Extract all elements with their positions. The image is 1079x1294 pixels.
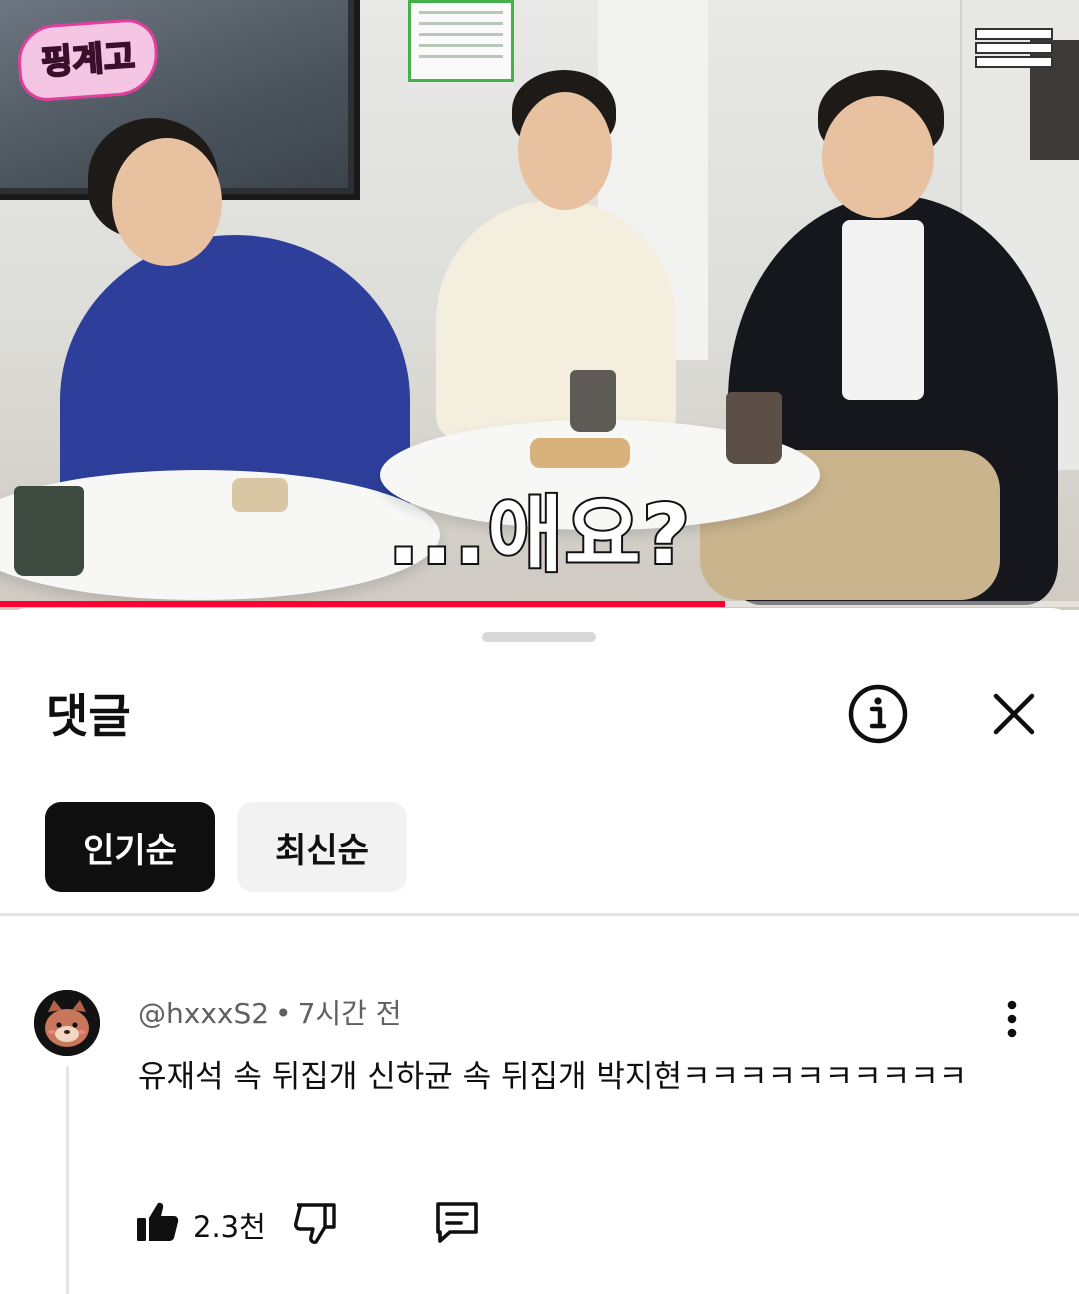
comment-actions: 2.3천 bbox=[0, 1198, 1079, 1258]
mug-grey bbox=[570, 370, 616, 432]
divider bbox=[0, 913, 1079, 916]
comments-sheet: 댓글 인기순 최신순 @hxxxS2 • 7시간 전 유재석 속 뒤집개 신하균… bbox=[0, 608, 1079, 1294]
person-right-face bbox=[822, 96, 934, 218]
sort-chip-popular[interactable]: 인기순 bbox=[45, 802, 215, 892]
avatar-image bbox=[34, 990, 100, 1056]
thread-line bbox=[66, 1066, 69, 1294]
reply-button[interactable] bbox=[432, 1198, 482, 1246]
video-subtitle: ...애요? bbox=[386, 486, 692, 585]
sort-chip-newest[interactable]: 최신순 bbox=[237, 802, 407, 892]
meta-separator: • bbox=[275, 997, 292, 1030]
comment-time: 7시간 전 bbox=[297, 997, 402, 1030]
like-button[interactable] bbox=[134, 1198, 182, 1246]
comment-text: 유재석 속 뒤집개 신하균 속 뒤집개 박지현ㅋㅋㅋㅋㅋㅋㅋㅋㅋㅋ bbox=[138, 1059, 968, 1095]
thumbs-up-icon bbox=[137, 1202, 179, 1241]
mug-green bbox=[14, 486, 84, 576]
person-left-face bbox=[112, 138, 222, 266]
sheet-title: 댓글 bbox=[46, 689, 131, 743]
close-button[interactable] bbox=[982, 682, 1046, 746]
snack-bowl bbox=[232, 478, 288, 512]
video-progress-fill bbox=[0, 601, 726, 607]
channel-logo-text: 핑계고 bbox=[39, 36, 137, 84]
info-icon bbox=[848, 684, 908, 744]
mug-brown bbox=[726, 392, 782, 464]
video-player[interactable]: 핑계고 ...애요? bbox=[0, 0, 1079, 610]
broadcaster-logo bbox=[977, 30, 1051, 70]
thumbs-down-icon bbox=[294, 1203, 336, 1244]
more-vert-icon bbox=[1007, 1000, 1017, 1038]
info-button[interactable] bbox=[846, 682, 910, 746]
sheet-drag-handle[interactable] bbox=[482, 632, 596, 642]
background-notice-board bbox=[408, 0, 514, 82]
comment-menu-button[interactable] bbox=[990, 996, 1034, 1042]
close-icon bbox=[993, 693, 1035, 735]
comment-author[interactable]: @hxxxS2 bbox=[138, 997, 269, 1030]
video-progress-bar[interactable] bbox=[0, 601, 1079, 607]
like-count: 2.3천 bbox=[193, 1210, 266, 1244]
person-middle bbox=[436, 200, 676, 440]
reply-icon bbox=[436, 1202, 478, 1243]
avatar[interactable] bbox=[34, 990, 100, 1056]
dislike-button[interactable] bbox=[292, 1198, 340, 1246]
person-right-shirt bbox=[842, 220, 924, 400]
channel-logo: 핑계고 bbox=[15, 17, 161, 103]
comment-meta: @hxxxS2 • 7시간 전 bbox=[138, 992, 402, 1032]
pastry-plate bbox=[530, 438, 630, 468]
person-middle-face bbox=[518, 92, 612, 210]
